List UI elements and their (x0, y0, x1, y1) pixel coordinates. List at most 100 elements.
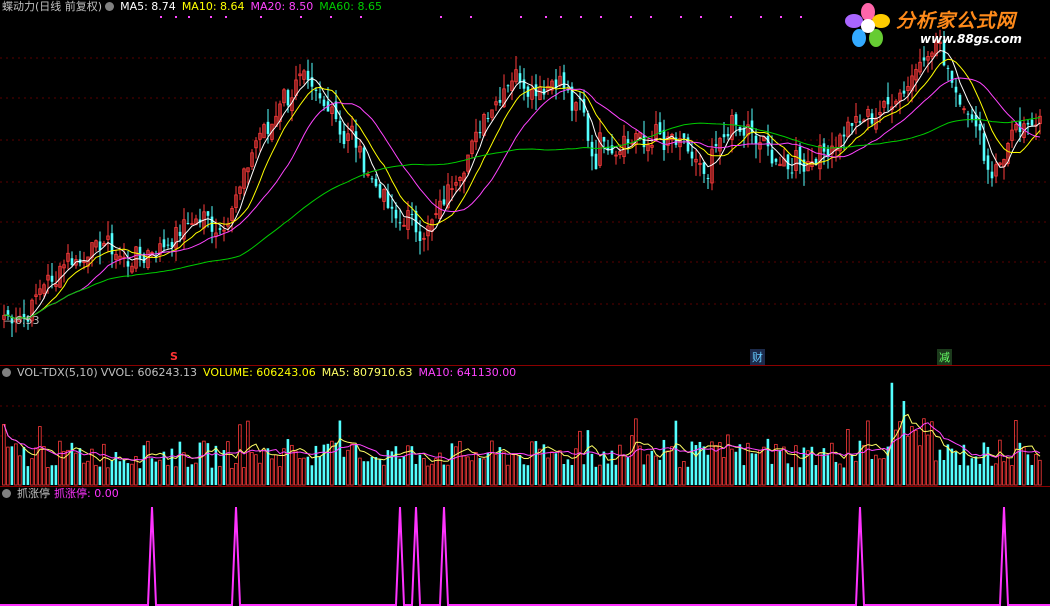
volume-bar-down (902, 401, 906, 485)
volume-bar-up (926, 434, 930, 486)
volume-bar-down (190, 464, 194, 485)
volume-bar-down (686, 466, 690, 485)
volume-bar-up (490, 440, 494, 486)
top-signal-dot (560, 16, 562, 18)
candle-body-down (754, 135, 758, 144)
indicator-panel[interactable]: 抓涨停 抓涨停: 0.00 (0, 487, 1050, 606)
volume-bar-down (414, 463, 418, 485)
indicator-chart[interactable] (0, 487, 1050, 606)
volume-bar-up (1034, 454, 1038, 486)
volume-bar-down (602, 451, 606, 485)
candle-body-down (706, 177, 710, 179)
candle-body-down (178, 231, 182, 236)
price-panel[interactable]: 蝶动力(日线 前复权) MA5: 8.74 MA10: 8.64 MA20: 8.50… (0, 0, 1050, 365)
volume-bar-down (734, 451, 738, 485)
volume-bar-down (562, 464, 566, 485)
reduce-marker[interactable]: 减 (937, 349, 952, 365)
candle-body-down (970, 114, 974, 120)
candle-body-down (950, 70, 954, 83)
candle-body-down (186, 223, 190, 225)
volume-bar-up (906, 435, 910, 486)
top-signal-dot (360, 16, 362, 18)
candle-body-down (338, 120, 342, 135)
volume-bar-up (38, 426, 42, 486)
candle-body-down (966, 113, 970, 115)
volume-panel[interactable]: VOL-TDX(5,10) VVOL: 606243.13 VOLUME: 6062… (0, 366, 1050, 486)
indicator-header: 抓涨停 抓涨停: 0.00 (2, 487, 125, 501)
finance-marker[interactable]: 财 (750, 349, 765, 365)
volume-bar-up (182, 452, 186, 486)
volume-bar-up (1006, 457, 1010, 486)
top-signal-dot (580, 16, 582, 18)
volume-bar-down (122, 459, 126, 485)
volume-bar-up (466, 456, 470, 486)
volume-bar-up (74, 452, 78, 486)
volume-bar-up (42, 446, 46, 486)
vvol-label: VVOL: 606243.13 (100, 366, 198, 379)
volume-bar-down (658, 459, 662, 485)
volume-bar-down (566, 459, 570, 485)
volume-bar-up (746, 442, 750, 486)
volume-bar-up (434, 458, 438, 486)
volume-bar-down (342, 456, 346, 485)
candle-body-down (314, 89, 318, 91)
volume-bar-up (242, 467, 246, 486)
volume-bar-up (382, 464, 386, 486)
volume-chart[interactable] (0, 366, 1050, 486)
candle-body-down (318, 93, 322, 99)
volume-bar-down (826, 455, 830, 485)
volume-bar-up (246, 420, 250, 486)
volume-bar-up (438, 452, 442, 486)
volume-bar-down (338, 420, 342, 485)
volume-bar-down (814, 465, 818, 485)
indicator-line (0, 506, 1050, 606)
candle-body-down (982, 133, 986, 161)
candlestick-chart[interactable] (0, 0, 1050, 365)
volume-bar-down (150, 458, 154, 485)
volume-bar-down (690, 441, 694, 485)
volume-bar-down (394, 446, 398, 485)
volume-bar-up (350, 443, 354, 486)
candle-body-down (98, 241, 102, 251)
volume-bar-up (758, 450, 762, 486)
volume-bar-down (766, 438, 770, 485)
top-signal-dot (780, 16, 782, 18)
candle-body-down (590, 141, 594, 157)
candle-body-down (958, 94, 962, 105)
volume-settings-icon[interactable] (2, 368, 11, 377)
signal-s-marker[interactable]: S (170, 350, 178, 363)
volume-bar-down (450, 443, 454, 485)
top-signal-dot (700, 16, 702, 18)
volume-bar-down (50, 465, 54, 485)
volume-bar-down (742, 465, 746, 485)
volume-bar-down (790, 467, 794, 485)
volume-bar-down (378, 459, 382, 485)
volume-bar-up (1002, 461, 1006, 486)
volume-bar-down (958, 464, 962, 485)
top-signal-dot (330, 16, 332, 18)
volume-bar-up (130, 463, 134, 486)
settings-circle-icon[interactable] (105, 2, 115, 11)
top-signal-dot (800, 16, 802, 18)
volume-bar-up (234, 463, 238, 486)
ma60-label: MA60: 8.65 (319, 0, 382, 13)
volume-bar-down (322, 444, 326, 485)
volume-bar-down (786, 463, 790, 485)
volume-bar-up (494, 453, 498, 486)
ma5-line (3, 49, 1041, 321)
candle-body-down (886, 97, 890, 105)
volume-bar-up (30, 458, 34, 486)
indicator-settings-icon[interactable] (2, 489, 11, 498)
candle-body-down (70, 258, 74, 265)
volume-bar-down (986, 446, 990, 485)
volume-bar-up (646, 454, 650, 486)
volume-bar-down (306, 456, 310, 485)
volume-bar-down (626, 456, 630, 485)
volume-bar-up (166, 464, 170, 486)
candle-body-down (702, 162, 706, 174)
top-signal-dot (175, 16, 177, 18)
volume-bar-down (10, 446, 14, 485)
volume-bar-up (530, 441, 534, 486)
indicator-name: 抓涨停 (17, 487, 50, 500)
volume-bar-up (274, 454, 278, 486)
